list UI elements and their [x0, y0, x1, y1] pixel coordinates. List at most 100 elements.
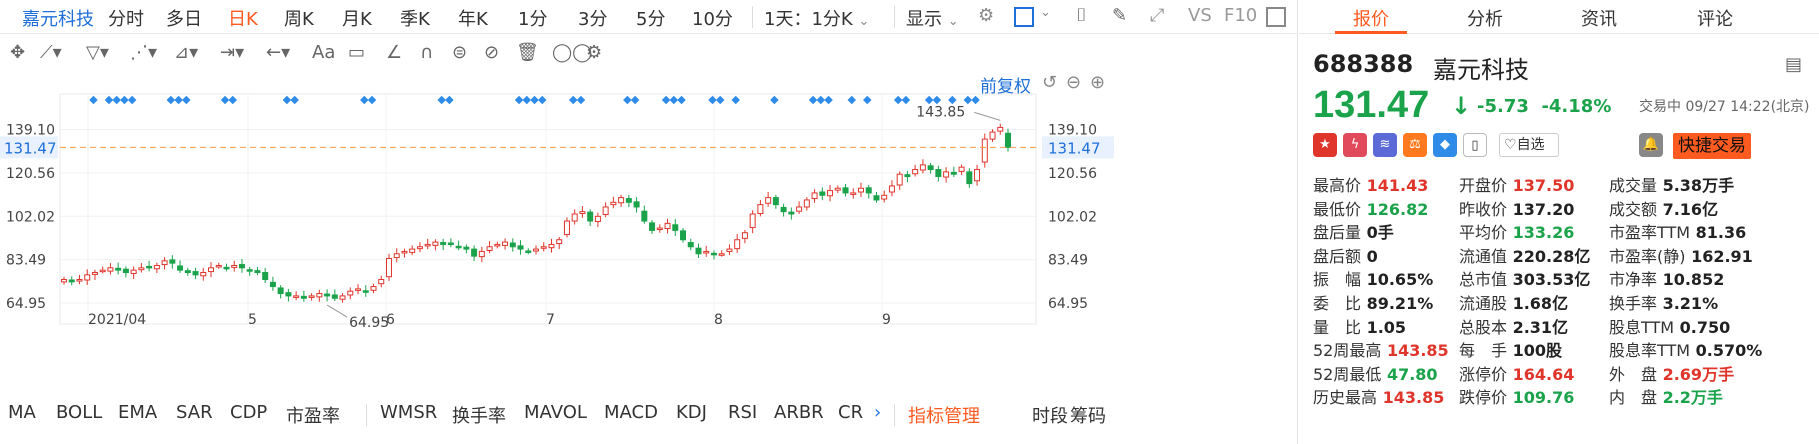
- range-tool-icon[interactable]: ⇥▾: [220, 42, 244, 63]
- indicator-boll[interactable]: BOLL: [56, 402, 102, 423]
- period-weekly-k[interactable]: 周K: [284, 5, 314, 31]
- period-toggle[interactable]: 时段: [1032, 402, 1068, 428]
- comment-icon[interactable]: ▭: [348, 42, 365, 63]
- quote-field: 外 盘 2.69万手: [1609, 361, 1734, 385]
- period-yearly-k[interactable]: 年K: [458, 5, 488, 31]
- indicator-rsi[interactable]: RSI: [728, 402, 757, 423]
- scale-icon[interactable]: ⚖: [1403, 133, 1427, 157]
- quote-field: 市盈率(静) 162.91: [1609, 243, 1753, 267]
- chips-toggle[interactable]: 筹码: [1070, 402, 1106, 428]
- arrow-tool-icon[interactable]: ←▾: [266, 42, 290, 63]
- candle-body: [509, 242, 516, 248]
- quote-field-value: 143.85: [1377, 388, 1445, 408]
- event-marker: [530, 95, 539, 105]
- f10-button[interactable]: F10: [1224, 5, 1257, 26]
- indicator-manager-button[interactable]: 指标管理: [908, 402, 980, 428]
- tag-icon[interactable]: ◆: [1433, 133, 1457, 157]
- stock-name-link[interactable]: 嘉元科技: [22, 5, 94, 31]
- menu-icon[interactable]: ▤: [1785, 54, 1802, 75]
- candle-body: [563, 220, 570, 236]
- period-multiday[interactable]: 多日: [166, 5, 202, 31]
- candle-body: [107, 267, 114, 272]
- fullscreen-icon[interactable]: ⤢: [1150, 5, 1164, 26]
- bell-icon[interactable]: 🔔: [1639, 133, 1663, 157]
- lock-icon[interactable]: ⊜: [452, 42, 467, 63]
- period-high-label: 143.85: [916, 104, 965, 120]
- settings-icon[interactable]: ⚙: [586, 42, 602, 63]
- period-monthly-k[interactable]: 月K: [342, 5, 372, 31]
- divider: [894, 6, 895, 28]
- text-tool-icon[interactable]: Aa: [312, 42, 335, 63]
- wave-tool-icon[interactable]: ⋰▾: [130, 42, 157, 63]
- candle-body: [943, 171, 950, 178]
- fib-tool-icon[interactable]: ⊿▾: [174, 42, 198, 63]
- add-watchlist-button[interactable]: ♡自选: [1499, 133, 1559, 157]
- candle-body: [393, 253, 400, 259]
- candle-body: [687, 242, 694, 248]
- event-marker: [924, 95, 934, 105]
- quote-field: 内 盘 2.2万手: [1609, 384, 1723, 408]
- trash-icon[interactable]: 🗑: [516, 42, 539, 63]
- interval-select[interactable]: 1天：1分K ⌄: [764, 5, 869, 31]
- compare-button[interactable]: VS: [1188, 5, 1212, 26]
- period-intraday[interactable]: 分时: [108, 5, 144, 31]
- indicator-sar[interactable]: SAR: [176, 402, 213, 423]
- database-icon[interactable]: ≋: [1373, 133, 1397, 157]
- display-menu[interactable]: 显示 ⌄: [906, 5, 959, 31]
- magnet-icon[interactable]: ∩: [420, 42, 433, 63]
- indicator-turnover[interactable]: 换手率: [452, 402, 506, 428]
- event-marker: [661, 95, 671, 105]
- camera-icon[interactable]: ⌷: [1076, 5, 1087, 26]
- china-flag-icon[interactable]: ★: [1313, 133, 1337, 157]
- channel-tool-icon[interactable]: ▽▾: [86, 42, 109, 63]
- event-marker: [630, 95, 640, 105]
- quote-field: 换手率 3.21%: [1609, 290, 1718, 314]
- candle-body: [718, 253, 725, 256]
- candle-body: [989, 131, 996, 140]
- period-daily-k[interactable]: 日K: [228, 5, 258, 31]
- candle-body: [641, 210, 648, 222]
- period-1min[interactable]: 1分: [518, 5, 547, 31]
- indicator-wmsr[interactable]: WMSR: [380, 402, 437, 423]
- quote-field-value: 126.82: [1361, 199, 1429, 219]
- indicator-ema[interactable]: EMA: [118, 402, 157, 423]
- candle-body: [84, 274, 91, 281]
- panel-toggle-icon[interactable]: [1266, 7, 1286, 27]
- period-quarterly-k[interactable]: 季K: [400, 5, 430, 31]
- tab-analysis[interactable]: 分析: [1467, 5, 1503, 31]
- move-icon[interactable]: ✥: [10, 42, 25, 63]
- indicator-cdp[interactable]: CDP: [230, 402, 267, 423]
- hide-icon[interactable]: ⊘: [484, 42, 499, 63]
- bookmark-icon[interactable]: ▯: [1463, 133, 1487, 157]
- period-10min[interactable]: 10分: [692, 5, 733, 31]
- quote-field-value: 133.26: [1507, 223, 1575, 243]
- tab-quote[interactable]: 报价: [1353, 5, 1389, 31]
- indicator-arbr[interactable]: ARBR: [774, 402, 824, 423]
- indicator-mavol[interactable]: MAVOL: [524, 402, 587, 423]
- indicator-macd[interactable]: MACD: [604, 402, 658, 423]
- quote-field-value: 47.80: [1381, 364, 1438, 384]
- indicator-bar: MA BOLL EMA SAR CDP 市盈率 WMSR 换手率 MAVOL M…: [0, 396, 1298, 436]
- plot-frame: [59, 93, 1037, 325]
- indicator-cr[interactable]: CR: [838, 402, 863, 423]
- candlestick-chart[interactable]: 前复权 ↺ ⊖ ⊕ 139.10 139.10 120.56 120.56 102.02…: [0, 72, 1298, 376]
- gear-icon[interactable]: ⚙: [978, 5, 994, 26]
- indicator-kdj[interactable]: KDJ: [676, 402, 707, 423]
- indicator-ma[interactable]: MA: [8, 402, 36, 423]
- chevron-right-icon[interactable]: ›: [874, 402, 881, 423]
- lightning-icon[interactable]: ϟ: [1343, 133, 1367, 157]
- pencil-icon[interactable]: ✎: [1112, 5, 1127, 26]
- low-pointer: [326, 304, 348, 318]
- quick-trade-button[interactable]: 快捷交易: [1673, 133, 1751, 159]
- tab-news[interactable]: 资讯: [1581, 5, 1617, 31]
- period-5min[interactable]: 5分: [636, 5, 665, 31]
- tab-comments[interactable]: 评论: [1697, 5, 1733, 31]
- chevron-down-icon[interactable]: ⌄: [1040, 5, 1051, 20]
- y-tick-label-right: 139.10: [1048, 123, 1097, 139]
- candle-body: [873, 195, 880, 201]
- period-3min[interactable]: 3分: [578, 5, 607, 31]
- indicator-pe[interactable]: 市盈率: [286, 402, 340, 428]
- square-icon[interactable]: [1014, 7, 1034, 27]
- angle-tool-icon[interactable]: ∠: [386, 42, 402, 63]
- line-tool-icon[interactable]: ⟋▾: [40, 42, 62, 63]
